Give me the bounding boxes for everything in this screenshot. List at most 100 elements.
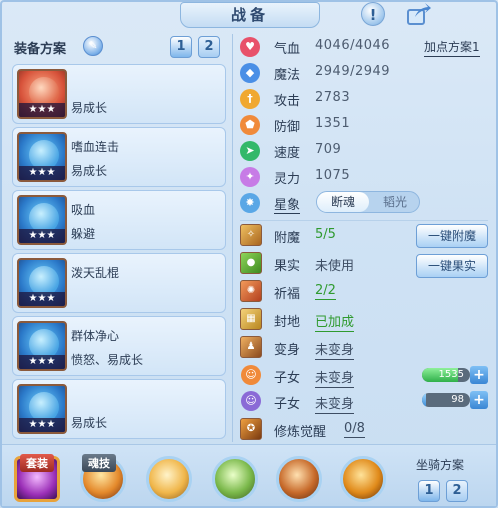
card-trait: 易成长 [71, 416, 108, 430]
child-2-bar: 98 [422, 393, 470, 407]
child-1-bar: 1535 [422, 368, 470, 382]
child-2-bar-fill [422, 393, 426, 407]
stat-value: 4046/4046 [315, 38, 391, 53]
help-icon: ! [361, 2, 385, 26]
star-rating: ★★★ [19, 166, 65, 180]
mana-icon: ◆ [240, 63, 260, 83]
prop-label: 祈福 [274, 287, 301, 302]
blessing-icon: ✺ [240, 280, 262, 302]
card-skill: 泼天乱棍 [71, 266, 120, 280]
enchant-icon: ✧ [240, 224, 262, 246]
heart-icon: ♥ [240, 37, 260, 57]
stat-value: 1351 [315, 116, 351, 131]
cultivation-icon: ✪ [240, 418, 262, 440]
prop-cultivation: ✪ 修炼觉醒 0/8 [240, 418, 490, 442]
panel-divider [232, 34, 233, 442]
share-button[interactable] [404, 0, 434, 28]
scheme-button-1[interactable]: 1 [170, 36, 192, 58]
prop-value: 未使用 [315, 259, 355, 274]
shield-icon: ⬟ [240, 115, 260, 135]
pet-portrait: ★★★ [17, 384, 67, 434]
fruit-icon: ● [240, 252, 262, 274]
stat-hp: ♥ 气血 4046/4046 [240, 36, 490, 58]
mount-scheme-title: 坐骑方案 [416, 458, 465, 472]
skill-orb-2[interactable] [212, 456, 258, 502]
prop-value[interactable]: 未变身 [315, 339, 355, 360]
pet-portrait: ★★★ [17, 321, 67, 371]
prop-value[interactable]: 已加成 [315, 311, 355, 332]
equipment-card-1[interactable]: ★★★ 易成长 [12, 64, 226, 124]
prop-transform: ♟ 变身 未变身 [240, 336, 490, 360]
one-click-enchant-button[interactable]: 一键附魔 [416, 224, 488, 248]
stat-label: 气血 [274, 42, 301, 57]
stat-value: 709 [315, 142, 342, 157]
stat-value: 2783 [315, 90, 351, 105]
prop-label: 封地 [274, 315, 301, 330]
equipment-card-6[interactable]: ★★★ 易成长 [12, 379, 226, 439]
prop-label: 修炼觉醒 [274, 425, 327, 440]
toggle-option-duanhun[interactable]: 断魂 [317, 192, 369, 212]
stat-label: 防御 [274, 120, 301, 135]
prop-label: 果实 [274, 259, 301, 274]
prop-label: 子女 [274, 371, 301, 386]
edit-scheme-button[interactable]: ✎ [83, 36, 103, 56]
pet-portrait: ★★★ [17, 195, 67, 245]
card-skill: 吸血 [71, 203, 96, 217]
suit-label: 套装 [20, 454, 54, 472]
child-icon: ☺ [241, 391, 261, 411]
child-2-bar-value: 98 [451, 394, 464, 405]
help-button[interactable]: ! [358, 0, 388, 28]
skill-orb-4[interactable] [340, 456, 386, 502]
mount-scheme-button-2[interactable]: 2 [446, 480, 468, 502]
pet-portrait: ★★★ [17, 132, 67, 182]
prop-value: 5/5 [315, 227, 336, 242]
child-icon: ☺ [241, 365, 261, 385]
stat-label: 攻击 [274, 94, 301, 109]
stat-label: 灵力 [274, 172, 301, 187]
star-rating: ★★★ [19, 229, 65, 243]
prop-label: 变身 [274, 343, 301, 358]
card-trait: 躲避 [71, 227, 96, 241]
stat-defense: ⬟ 防御 1351 [240, 114, 490, 136]
prop-blessing: ✺ 祈福 2/2 [240, 280, 490, 304]
equipment-card-4[interactable]: ★★★ 泼天乱棍 [12, 253, 226, 313]
stat-attack: † 攻击 2783 [240, 88, 490, 110]
stat-label: 速度 [274, 146, 301, 161]
scheme-button-2[interactable]: 2 [198, 36, 220, 58]
skill-orb-3[interactable] [276, 456, 322, 502]
prop-value[interactable]: 2/2 [315, 283, 336, 300]
toggle-option-taoguang[interactable]: 韬光 [369, 192, 421, 212]
pet-portrait: ★★★ [17, 258, 67, 308]
constellation-label[interactable]: 星象 [274, 194, 301, 214]
stat-spirit: ✦ 灵力 1075 [240, 166, 490, 188]
pencil-icon: ✎ [88, 39, 98, 52]
card-trait: 愤怒、易成长 [71, 353, 144, 367]
page-title: 战备 [180, 2, 320, 28]
prop-value[interactable]: 未变身 [315, 393, 355, 414]
star-rating: ★★★ [19, 355, 65, 369]
speed-icon: ➤ [240, 141, 260, 161]
spirit-icon: ✦ [240, 167, 260, 187]
star-icon: ✸ [240, 193, 260, 213]
prop-label: 附魔 [274, 231, 301, 246]
mount-scheme-button-1[interactable]: 1 [418, 480, 440, 502]
prop-value[interactable]: 未变身 [315, 367, 355, 388]
fief-icon: ▦ [240, 308, 262, 330]
prop-value[interactable]: 0/8 [344, 421, 365, 438]
prop-fief: ▦ 封地 已加成 [240, 308, 490, 332]
prop-label: 子女 [274, 397, 301, 412]
equipment-scheme-title: 装备方案 [14, 42, 67, 57]
one-click-fruit-button[interactable]: 一键果实 [416, 254, 488, 278]
equipment-card-2[interactable]: ★★★ 嗜血连击 易成长 [12, 127, 226, 187]
star-rating: ★★★ [19, 418, 65, 432]
stat-mp: ◆ 魔法 2949/2949 [240, 62, 490, 84]
card-trait: 易成长 [71, 101, 108, 115]
child-1-add-button[interactable]: + [470, 366, 488, 384]
share-icon [407, 3, 431, 25]
constellation-toggle[interactable]: 断魂 韬光 [316, 191, 420, 213]
equipment-card-3[interactable]: ★★★ 吸血 躲避 [12, 190, 226, 250]
skill-orb-1[interactable] [146, 456, 192, 502]
transform-icon: ♟ [240, 336, 262, 358]
equipment-card-5[interactable]: ★★★ 群体净心 愤怒、易成长 [12, 316, 226, 376]
child-2-add-button[interactable]: + [470, 391, 488, 409]
